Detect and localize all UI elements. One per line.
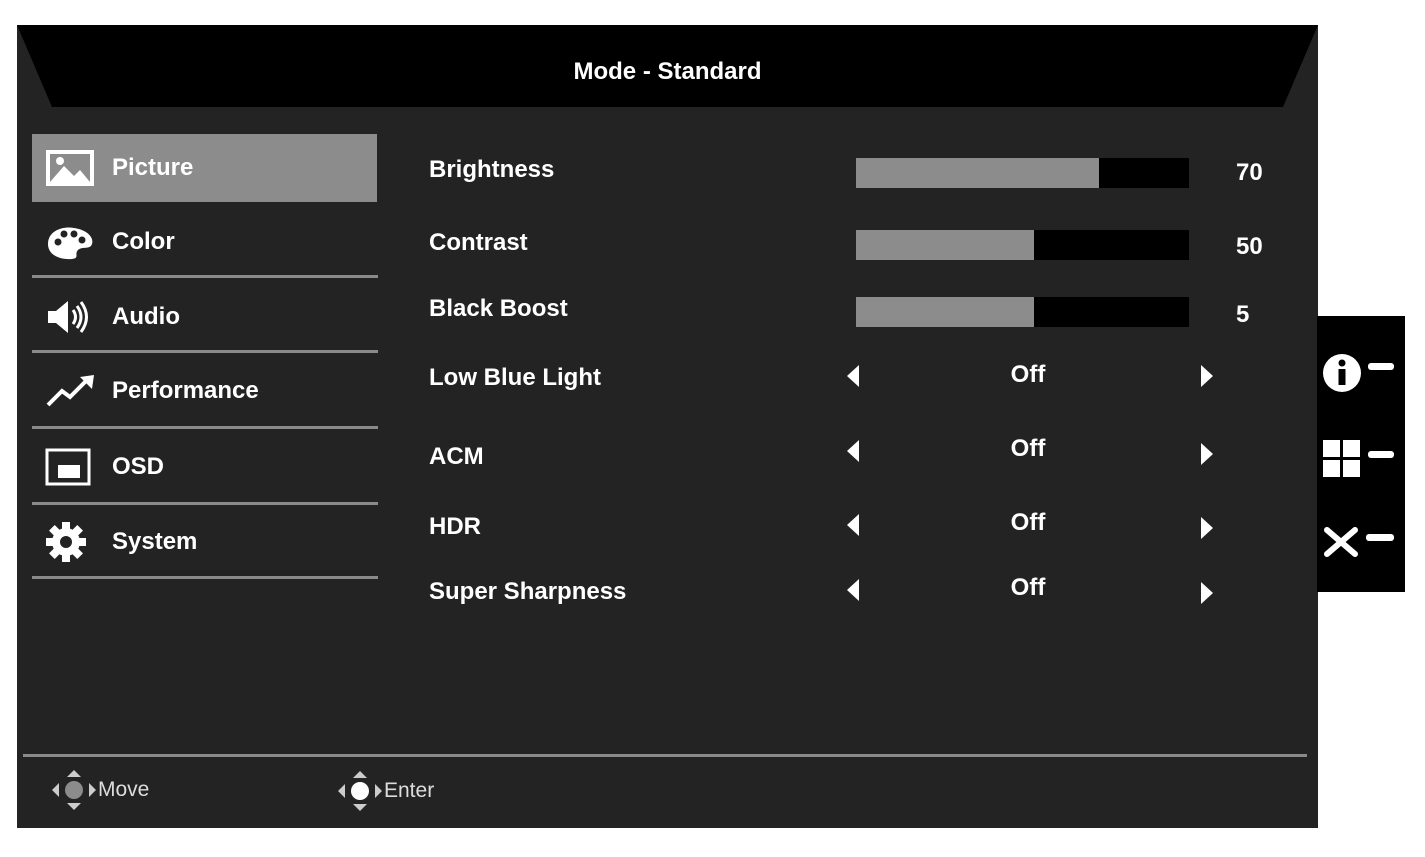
super-sharpness-value: Off bbox=[1010, 574, 1046, 601]
move-navigation-icon bbox=[52, 770, 96, 810]
enter-hint-label: Enter bbox=[384, 779, 435, 802]
enter-navigation-icon bbox=[338, 771, 382, 811]
acm-label: ACM bbox=[429, 443, 484, 470]
menu-item-color[interactable]: Color bbox=[32, 208, 377, 276]
menu-label-performance: Performance bbox=[112, 377, 259, 404]
osd-window-icon bbox=[44, 447, 96, 487]
menu-item-audio[interactable]: Audio bbox=[32, 283, 377, 351]
menu-item-performance[interactable]: Performance bbox=[32, 357, 377, 425]
menu-item-picture[interactable]: Picture bbox=[32, 134, 377, 202]
speaker-icon bbox=[44, 297, 96, 337]
black-boost-value: 5 bbox=[1236, 301, 1250, 328]
hdr-prev-arrow-icon[interactable] bbox=[845, 514, 861, 536]
hdr-next-arrow-icon[interactable] bbox=[1199, 517, 1215, 539]
menu-divider bbox=[32, 350, 378, 353]
acm-next-arrow-icon[interactable] bbox=[1199, 443, 1215, 465]
contrast-label: Contrast bbox=[429, 229, 528, 256]
brightness-value: 70 bbox=[1236, 159, 1263, 186]
low-blue-light-label: Low Blue Light bbox=[429, 364, 601, 391]
acm-value: Off bbox=[1010, 435, 1046, 462]
low-blue-light-value: Off bbox=[1010, 361, 1046, 388]
low-blue-light-next-arrow-icon[interactable] bbox=[1199, 365, 1215, 387]
super-sharpness-next-arrow-icon[interactable] bbox=[1199, 582, 1215, 604]
picture-icon bbox=[44, 148, 96, 188]
contrast-slider[interactable] bbox=[856, 230, 1189, 260]
super-sharpness-label: Super Sharpness bbox=[429, 578, 627, 605]
menu-divider bbox=[32, 502, 378, 505]
contrast-value: 50 bbox=[1236, 233, 1263, 260]
title-bar: Mode - Standard bbox=[17, 25, 1318, 107]
trend-up-icon bbox=[44, 371, 96, 411]
low-blue-light-prev-arrow-icon[interactable] bbox=[845, 365, 861, 387]
hdr-label: HDR bbox=[429, 513, 481, 540]
super-sharpness-prev-arrow-icon[interactable] bbox=[845, 579, 861, 601]
black-boost-slider[interactable] bbox=[856, 297, 1189, 327]
brightness-slider[interactable] bbox=[856, 158, 1189, 188]
page-title: Mode - Standard bbox=[573, 58, 762, 85]
black-boost-slider-fill bbox=[856, 297, 1035, 327]
menu-item-system[interactable]: System bbox=[32, 508, 377, 576]
menu-label-audio: Audio bbox=[112, 303, 180, 330]
menu-label-picture: Picture bbox=[112, 154, 194, 181]
close-key-icon[interactable] bbox=[1322, 522, 1398, 564]
menu-divider bbox=[32, 426, 378, 429]
info-key-icon[interactable] bbox=[1322, 352, 1398, 394]
footer-divider bbox=[23, 754, 1307, 757]
hdr-value: Off bbox=[1010, 509, 1046, 536]
palette-icon bbox=[44, 222, 96, 262]
menu-label-color: Color bbox=[112, 228, 175, 255]
menu-label-osd: OSD bbox=[112, 453, 165, 480]
menu-label-system: System bbox=[112, 528, 198, 555]
input-grid-key-icon[interactable] bbox=[1322, 438, 1398, 480]
move-hint-label: Move bbox=[98, 778, 150, 801]
gear-icon bbox=[44, 522, 96, 562]
menu-divider bbox=[32, 275, 378, 278]
brightness-label: Brightness bbox=[429, 156, 555, 183]
contrast-slider-fill bbox=[856, 230, 1035, 260]
menu-item-osd[interactable]: OSD bbox=[32, 433, 377, 501]
brightness-slider-fill bbox=[856, 158, 1100, 188]
acm-prev-arrow-icon[interactable] bbox=[845, 440, 861, 462]
black-boost-label: Black Boost bbox=[429, 295, 568, 322]
menu-divider bbox=[32, 576, 378, 579]
